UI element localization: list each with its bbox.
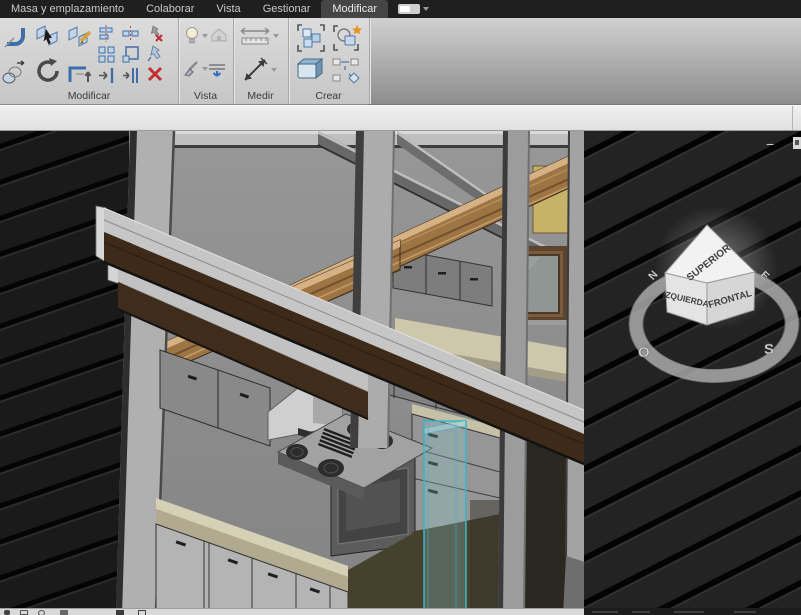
offset-copy-icon[interactable] — [122, 67, 139, 84]
panel-vista: Vista — [178, 18, 234, 104]
left-exterior-wall — [0, 131, 129, 608]
split-element-icon[interactable] — [34, 23, 62, 49]
align-marks-icon[interactable] — [122, 25, 139, 42]
panel-label-crear[interactable]: Crear — [288, 90, 369, 102]
ribbon-tab-bar: Masa y emplazamiento Colaborar Vista Ges… — [0, 0, 801, 18]
visual-style-icon[interactable] — [38, 610, 45, 615]
split-with-gap-icon[interactable] — [66, 23, 94, 49]
show-model-icon[interactable] — [210, 27, 228, 43]
ribbon-panels: Modificar Vista — [0, 18, 369, 105]
delete-icon[interactable] — [147, 66, 163, 82]
sun-path-icon[interactable] — [60, 610, 68, 615]
chevron-down-icon — [202, 34, 208, 38]
selection-box — [424, 420, 466, 608]
fillet-icon[interactable] — [4, 23, 30, 49]
ribbon-empty-area — [369, 18, 801, 105]
navbar-partial-icon-glyph — [795, 140, 799, 145]
chevron-down-icon — [423, 7, 429, 11]
scale-icon[interactable] — [4, 610, 10, 615]
array-icon[interactable] — [98, 46, 115, 63]
panel-medir: Medir — [233, 18, 289, 104]
tab-modificar[interactable]: Modificar — [321, 0, 388, 18]
revit-window: Masa y emplazamiento Colaborar Vista Ges… — [0, 0, 801, 615]
create-assembly-icon[interactable] — [294, 56, 326, 84]
tab-vista[interactable]: Vista — [205, 0, 251, 18]
rotate-icon[interactable] — [33, 56, 63, 86]
panel-label-modificar[interactable]: Modificar — [0, 90, 178, 102]
measure-ruler-icon[interactable] — [239, 25, 279, 47]
offset-icon[interactable] — [98, 67, 115, 84]
crop-view-icon[interactable] — [138, 610, 146, 615]
create-group-icon[interactable] — [296, 23, 326, 53]
ribbon-panel-icon — [398, 4, 420, 14]
ribbon-display-toggle[interactable] — [398, 0, 429, 18]
shadows-icon[interactable] — [116, 610, 124, 615]
panel-label-medir[interactable]: Medir — [233, 90, 288, 102]
options-bar — [0, 105, 801, 131]
scale-icon[interactable] — [122, 46, 139, 63]
model-3d-scene: N E O S SUPERIOR IZQUIERDA FRONTAL − — [0, 131, 801, 608]
create-similar-icon[interactable] — [332, 23, 364, 53]
tab-gestionar[interactable]: Gestionar — [252, 0, 322, 18]
drawing-area-3d-view[interactable]: N E O S SUPERIOR IZQUIERDA FRONTAL − — [0, 131, 801, 608]
ribbon: Modificar Vista — [0, 18, 801, 105]
copy-icon[interactable] — [0, 58, 28, 86]
right-stud-column — [498, 131, 529, 608]
detail-level-icon[interactable] — [20, 610, 28, 615]
tab-colaborar[interactable]: Colaborar — [135, 0, 205, 18]
panel-modificar: Modificar — [0, 18, 179, 104]
toggle-reveal-icon[interactable] — [184, 26, 208, 46]
unpin-icon[interactable] — [146, 24, 164, 42]
view-control-bar-clipped — [0, 608, 801, 615]
compass-west[interactable]: O — [638, 344, 650, 361]
chevron-down-icon — [273, 34, 279, 38]
align-icon[interactable] — [98, 25, 115, 42]
status-strip — [584, 608, 801, 615]
panel-label-vista[interactable]: Vista — [178, 90, 233, 102]
chevron-down-icon — [271, 68, 277, 72]
view-control-bar[interactable] — [0, 608, 584, 615]
thin-lines-icon[interactable] — [208, 62, 226, 80]
create-parts-icon[interactable] — [332, 58, 360, 84]
navbar-minimize[interactable]: − — [766, 136, 774, 152]
compass-south[interactable]: S — [764, 341, 774, 358]
pin-icon[interactable] — [147, 45, 163, 62]
trim-extend-icon[interactable] — [66, 58, 94, 86]
options-bar-divider — [792, 106, 793, 130]
panel-crear: Crear — [288, 18, 370, 104]
tab-masa-y-emplazamiento[interactable]: Masa y emplazamiento — [0, 0, 135, 18]
measure-between-icon[interactable] — [241, 56, 277, 84]
paint-override-icon[interactable] — [184, 60, 208, 78]
